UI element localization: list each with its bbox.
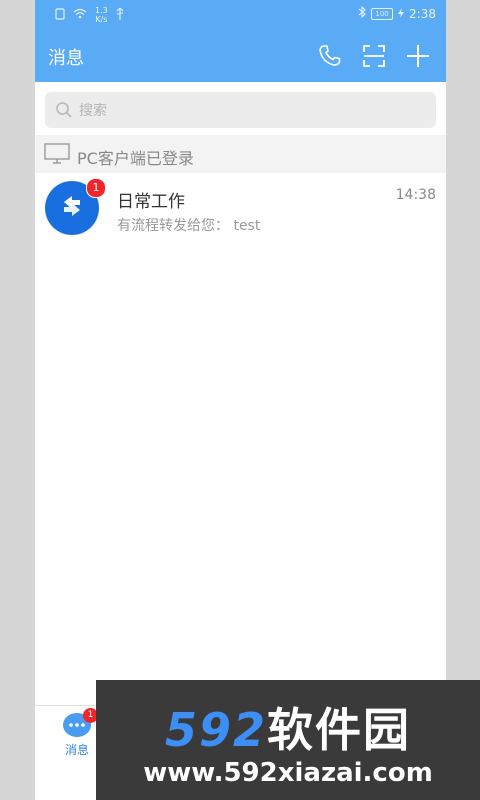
conversation-item[interactable]: 1 日常工作 14:38 有流程转发给您： test	[35, 175, 446, 243]
status-bar: 1.3 K/s 100 2:38	[35, 0, 446, 30]
search-input[interactable]	[77, 92, 421, 130]
watermark-logo: 592软件园	[96, 694, 480, 760]
unread-badge: 1	[86, 178, 106, 198]
sim-icon	[55, 7, 65, 23]
watermark-url: www.592xiazai.com	[143, 758, 433, 788]
scan-icon[interactable]	[360, 42, 388, 70]
search-bar[interactable]	[45, 92, 436, 130]
app-actions	[316, 42, 432, 70]
plus-icon[interactable]	[404, 42, 432, 70]
workflow-icon	[56, 190, 88, 226]
charging-icon	[398, 7, 405, 21]
page-title: 消息	[48, 48, 84, 69]
phone-icon[interactable]	[316, 42, 344, 70]
network-speed: 1.3 K/s	[95, 6, 108, 24]
nav-item-messages[interactable]: 1 消息	[55, 708, 99, 760]
status-time: 2:38	[409, 6, 436, 21]
pc-login-banner[interactable]: PC客户端已登录	[35, 135, 446, 173]
monitor-icon	[44, 143, 70, 169]
status-right: 100 2:38	[358, 5, 436, 21]
conversation-name: 日常工作	[117, 192, 185, 212]
watermark-logo-num: 592	[164, 703, 268, 757]
watermark-banner: 592软件园 www.592xiazai.com	[96, 680, 480, 800]
status-left: 1.3 K/s	[55, 6, 124, 24]
network-speed-value: 1.3	[95, 6, 108, 15]
wifi-icon	[73, 8, 87, 22]
bluetooth-icon	[358, 5, 366, 21]
watermark-logo-cn: 软件园	[267, 703, 412, 757]
search-icon	[55, 101, 73, 123]
network-speed-unit: K/s	[95, 15, 108, 24]
pc-login-text: PC客户端已登录	[77, 149, 194, 168]
app-bar: 消息	[35, 30, 446, 82]
battery-icon: 100	[371, 7, 394, 20]
usb-icon	[116, 6, 124, 23]
conversation-time: 14:38	[395, 187, 436, 203]
nav-item-label: 消息	[64, 743, 89, 757]
conversation-preview: 有流程转发给您： test	[117, 218, 261, 234]
